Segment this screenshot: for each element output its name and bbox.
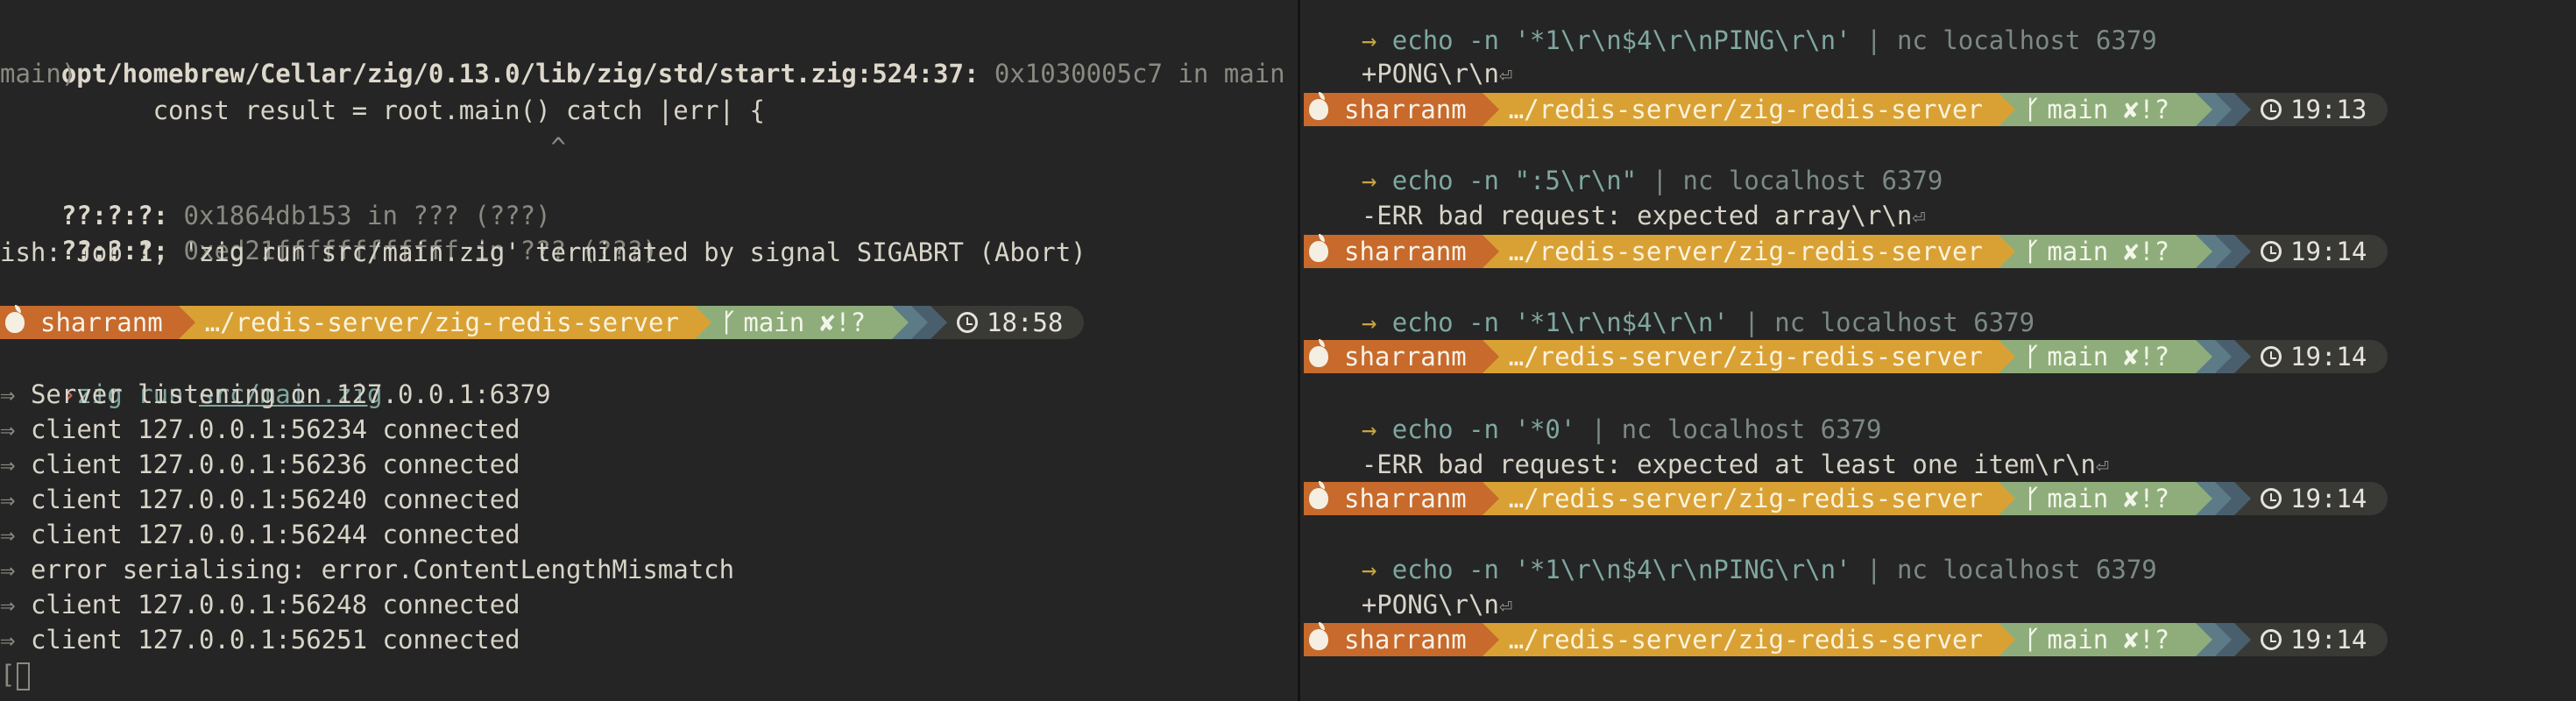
output-line: ⇒ client 127.0.0.1:56244 connected bbox=[0, 520, 520, 549]
right-terminal-pane[interactable]: → echo -n '*1\r\n$4\r\nPING\r\n' | nc lo… bbox=[1300, 0, 2576, 701]
clock-icon bbox=[2261, 629, 2282, 650]
run-command-line[interactable]: ›zig run src/main.zig bbox=[0, 342, 383, 409]
return-icon: ⏎ bbox=[1498, 62, 1513, 88]
prompt-dir-segment: …/redis-server/zig-redis-server bbox=[178, 306, 711, 339]
clock-icon bbox=[957, 312, 979, 333]
prompt-time: 18:58 bbox=[987, 308, 1064, 337]
left-prompt-bar: sharranm …/redis-server/zig-redis-server… bbox=[0, 305, 1085, 339]
git-branch-icon: ᚴ bbox=[2024, 95, 2041, 124]
return-icon: ⏎ bbox=[1912, 204, 1926, 230]
clock-icon bbox=[2261, 99, 2282, 120]
left-terminal-pane[interactable]: ^ opt/homebrew/Cellar/zig/0.13.0/lib/zig… bbox=[0, 0, 1298, 701]
cursor-line[interactable]: [ bbox=[0, 657, 31, 692]
right-prompt-bar: sharranm …/redis-server/zig-redis-server… bbox=[1304, 481, 2388, 515]
prompt-time-segment: 18:58 bbox=[931, 306, 1085, 339]
return-icon: ⏎ bbox=[1498, 593, 1513, 619]
prompt-git-status: ✘!? bbox=[819, 308, 867, 337]
output-line: ⇒ Server listening on 127.0.0.1:6379 bbox=[0, 379, 551, 409]
right-prompt-bar: sharranm …/redis-server/zig-redis-server… bbox=[1304, 92, 2388, 126]
command-line: → echo -n '*1\r\n$4\r\nPING\r\n' | nc lo… bbox=[1361, 555, 2157, 584]
prompt-git-segment: ᚴ main ✘!? bbox=[694, 306, 909, 339]
output-line: ⇒ client 127.0.0.1:56251 connected bbox=[0, 625, 520, 655]
apple-icon bbox=[1309, 622, 1328, 650]
prompt-dir: …/redis-server/zig-redis-server bbox=[204, 308, 679, 337]
stack-frame-address: 0x1030005c7 in main bbox=[979, 59, 1285, 89]
right-prompt-bar: sharranm …/redis-server/zig-redis-server… bbox=[1304, 339, 2388, 373]
git-branch-icon: ᚴ bbox=[2024, 342, 2041, 372]
prompt-user-segment: sharranm bbox=[0, 305, 195, 339]
prompt-user: sharranm bbox=[40, 308, 163, 337]
command-line: → echo -n '*1\r\n$4\r\n' | nc localhost … bbox=[1361, 308, 2035, 337]
right-prompt-bar: sharranm …/redis-server/zig-redis-server… bbox=[1304, 234, 2388, 268]
clock-icon bbox=[2261, 488, 2282, 509]
prompt-branch: main bbox=[743, 308, 805, 337]
source-caret-line: ^ bbox=[0, 132, 567, 162]
output-line: ⇒ client 127.0.0.1:56240 connected bbox=[0, 485, 520, 514]
output-line: ⇒ client 127.0.0.1:56248 connected bbox=[0, 590, 520, 620]
job-terminated-line: ish: Job 1, 'zig run src/main.zig' termi… bbox=[0, 237, 1086, 267]
command-line: → echo -n '*0' | nc localhost 6379 bbox=[1361, 414, 1882, 444]
command-output: +PONG\r\n⏎ bbox=[1361, 590, 1513, 620]
command-output: +PONG\r\n⏎ bbox=[1361, 59, 1513, 89]
apple-icon bbox=[1309, 92, 1328, 120]
unknown-frame-line-2: ??:?:?: 0xed21ffffffffffff in ??? (???) bbox=[0, 198, 658, 266]
stack-frame-line: opt/homebrew/Cellar/zig/0.13.0/lib/zig/s… bbox=[0, 21, 1285, 89]
command-output: -ERR bad request: expected at least one … bbox=[1361, 450, 2109, 479]
apple-icon bbox=[5, 305, 25, 333]
caret-line: ^ bbox=[0, 0, 199, 15]
command-output: -ERR bad request: expected array\r\n⏎ bbox=[1361, 201, 1926, 230]
command-line: → echo -n ":5\r\n" | nc localhost 6379 bbox=[1361, 166, 1943, 195]
unknown-frame-line: ??:?:?: 0x1864db153 in ??? (???) bbox=[0, 163, 551, 230]
active-command-line[interactable]: → bbox=[1300, 658, 1376, 701]
terminal-cursor[interactable] bbox=[17, 662, 31, 690]
git-branch-icon: ᚴ bbox=[2024, 237, 2041, 266]
right-prompt-bar: sharranm …/redis-server/zig-redis-server… bbox=[1304, 622, 2388, 656]
git-branch-icon: ᚴ bbox=[720, 308, 737, 337]
apple-icon bbox=[1309, 481, 1328, 509]
output-line: ⇒ error serialising: error.ContentLength… bbox=[0, 555, 735, 584]
git-branch-icon: ᚴ bbox=[2024, 625, 2041, 655]
command-line: → echo -n '*1\r\n$4\r\nPING\r\n' | nc lo… bbox=[1361, 25, 2157, 55]
git-branch-icon: ᚴ bbox=[2024, 484, 2041, 513]
clock-icon bbox=[2261, 241, 2282, 262]
clock-icon bbox=[2261, 346, 2282, 367]
output-line: ⇒ client 127.0.0.1:56234 connected bbox=[0, 414, 520, 444]
stack-frame-path: opt/homebrew/Cellar/zig/0.13.0/lib/zig/s… bbox=[60, 59, 980, 89]
apple-icon bbox=[1309, 234, 1328, 262]
stack-frame-continuation: main) bbox=[0, 59, 77, 89]
output-line: ⇒ client 127.0.0.1:56236 connected bbox=[0, 450, 520, 479]
source-line: const result = root.main() catch |err| { bbox=[0, 96, 765, 125]
return-icon: ⏎ bbox=[2095, 453, 2109, 478]
apple-icon bbox=[1309, 339, 1328, 367]
